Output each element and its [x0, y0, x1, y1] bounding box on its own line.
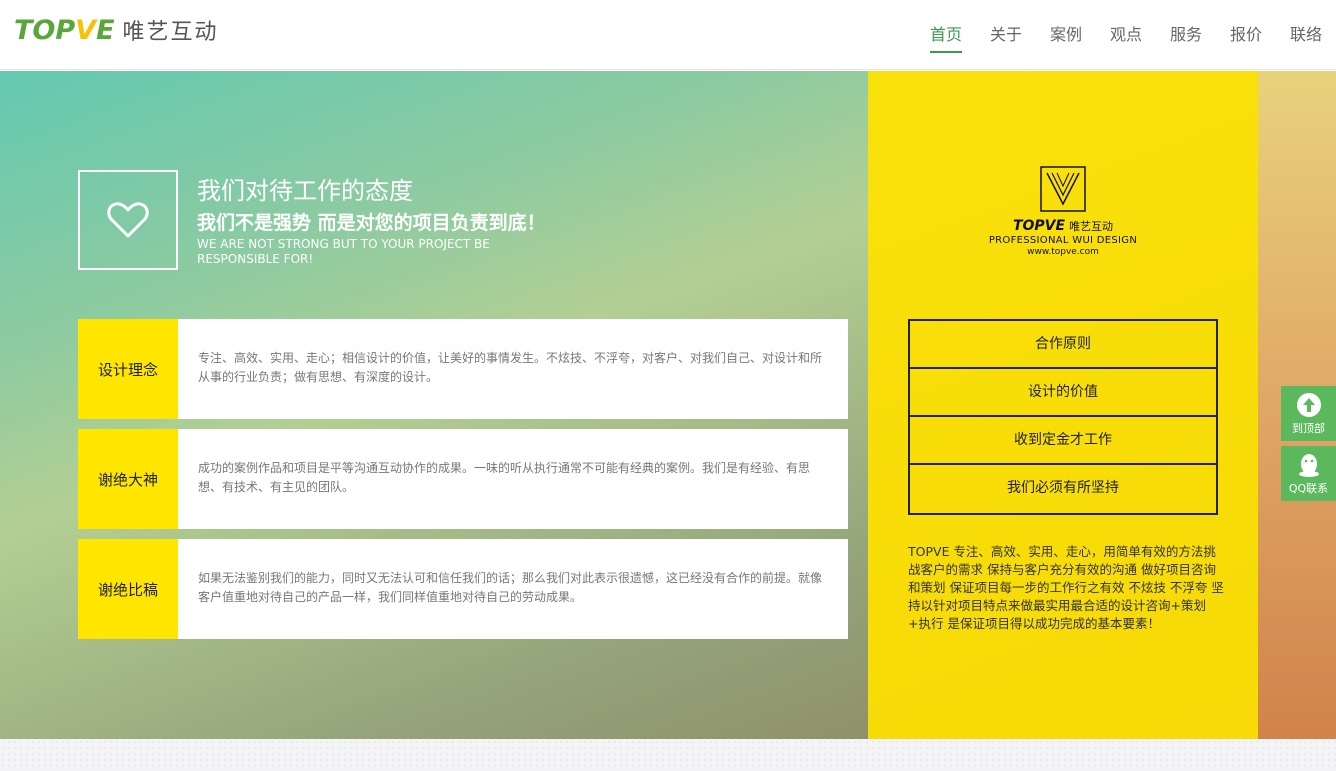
principle-card: 谢绝比稿 如果无法鉴别我们的能力，同时又无法认可和信任我们的话；那么我们对此表示… — [78, 539, 848, 639]
card-label: 设计理念 — [78, 319, 178, 419]
attitude-section: 我们对待工作的态度 我们不是强势 而是对您的项目负责到底！ WE ARE NOT… — [0, 71, 1336, 739]
principle-card: 设计理念 专注、高效、实用、走心；相信设计的价值，让美好的事情发生。不炫技、不浮… — [78, 319, 848, 419]
brand-name: TOPVE 唯艺互动 — [1012, 218, 1114, 234]
nav-item-services[interactable]: 服务 — [1156, 0, 1216, 70]
brand-url: www.topve.com — [1027, 247, 1099, 257]
card-label: 谢绝比稿 — [78, 539, 178, 639]
nav-item-contact[interactable]: 联络 — [1276, 0, 1336, 70]
section-english-tagline: WE ARE NOT STRONG BUT TO YOUR PROJECT BE… — [197, 237, 490, 266]
card-text: 专注、高效、实用、走心；相信设计的价值，让美好的事情发生。不炫技、不浮夸，对客户… — [198, 351, 823, 384]
principle-item[interactable]: 我们必须有所坚持 — [910, 465, 1216, 513]
yellow-brand-panel: TOPVE 唯艺互动 PROFESSIONAL WUI DESIGN www.to… — [868, 71, 1258, 739]
qq-contact-button[interactable]: QQ联系 — [1281, 446, 1336, 501]
brand-logo: TOPVE 唯艺互动 PROFESSIONAL WUI DESIGN www.to… — [868, 166, 1258, 257]
logo-wordmark: TOPVE — [14, 14, 115, 46]
qq-contact-label: QQ联系 — [1288, 482, 1329, 495]
principle-item[interactable]: 收到定金才工作 — [910, 417, 1216, 465]
heart-icon — [107, 202, 149, 238]
brand-emblem-icon — [1040, 166, 1086, 212]
principle-item[interactable]: 设计的价值 — [910, 369, 1216, 417]
qq-penguin-icon — [1298, 454, 1319, 477]
principles-list: 合作原则 设计的价值 收到定金才工作 我们必须有所坚持 — [908, 319, 1218, 515]
nav-item-cases[interactable]: 案例 — [1036, 0, 1096, 70]
section-title: 我们对待工作的态度 — [197, 177, 413, 205]
back-to-top-button[interactable]: 到顶部 — [1281, 386, 1336, 441]
heart-icon-box — [78, 170, 178, 270]
site-logo[interactable]: TOPVE 唯艺互动 — [14, 14, 219, 46]
principle-item[interactable]: 合作原则 — [910, 321, 1216, 369]
site-header: TOPVE 唯艺互动 首页 关于 案例 观点 服务 报价 联络 — [0, 0, 1336, 70]
logo-chinese-name: 唯艺互动 — [122, 20, 219, 45]
arrow-up-icon — [1296, 393, 1321, 417]
nav-item-pricing[interactable]: 报价 — [1216, 0, 1276, 70]
main-nav: 首页 关于 案例 观点 服务 报价 联络 — [916, 0, 1336, 70]
card-text: 成功的案例作品和项目是平等沟通互动协作的成果。一味的听从执行通常不可能有经典的案… — [198, 461, 811, 494]
footer-pattern-strip — [0, 739, 1336, 771]
section-subtitle: 我们不是强势 而是对您的项目负责到底！ — [197, 212, 546, 234]
nav-item-about[interactable]: 关于 — [976, 0, 1036, 70]
nav-item-home[interactable]: 首页 — [916, 0, 976, 70]
card-label: 谢绝大神 — [78, 429, 178, 529]
nav-item-views[interactable]: 观点 — [1096, 0, 1156, 70]
back-to-top-label: 到顶部 — [1292, 422, 1325, 435]
principle-card: 谢绝大神 成功的案例作品和项目是平等沟通互动协作的成果。一味的听从执行通常不可能… — [78, 429, 848, 529]
card-text: 如果无法鉴别我们的能力，同时又无法认可和信任我们的话；那么我们对此表示很遗憾，这… — [198, 571, 823, 604]
brand-tagline: PROFESSIONAL WUI DESIGN — [988, 235, 1138, 246]
panel-description: TOPVE 专注、高效、实用、走心，用简单有效的方法挑战客户的需求 保持与客户充… — [908, 544, 1224, 631]
